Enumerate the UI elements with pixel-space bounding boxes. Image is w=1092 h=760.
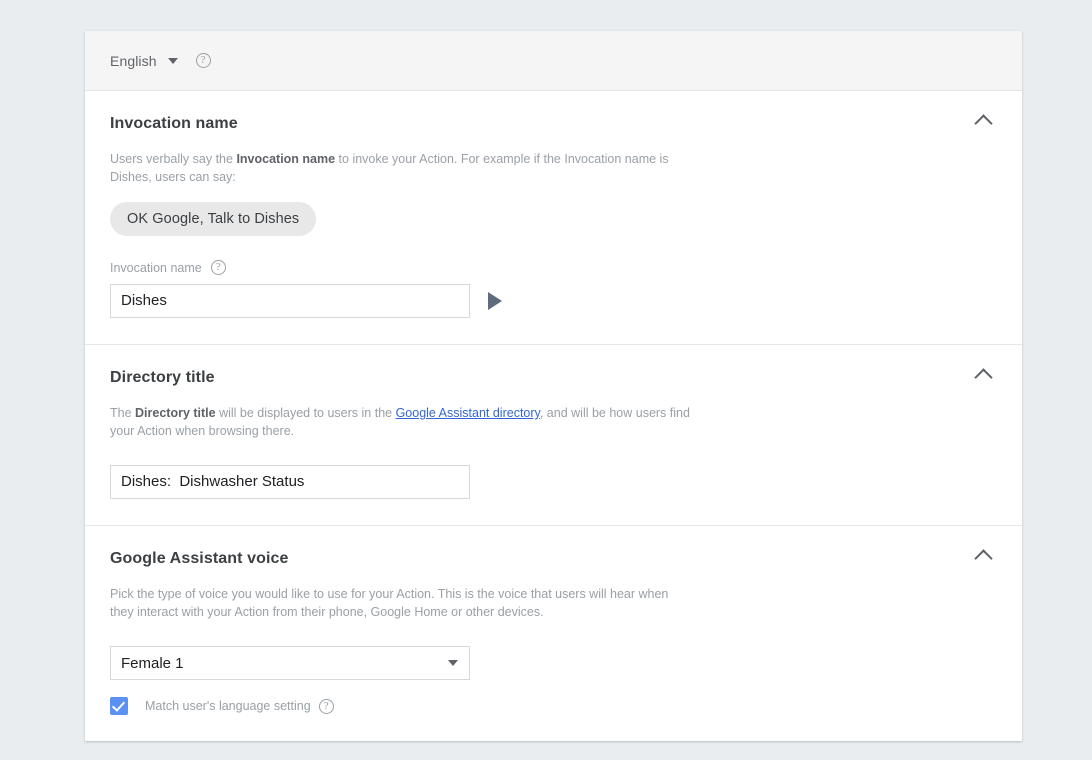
language-label: English — [110, 53, 157, 69]
section-directory-title: Directory title The Directory title will… — [85, 344, 1022, 525]
help-circle-icon[interactable]: ? — [196, 53, 211, 68]
directory-title-description: The Directory title will be displayed to… — [110, 404, 690, 440]
section-google-assistant-voice: Google Assistant voice Pick the type of … — [85, 525, 1022, 741]
directory-title-input[interactable] — [110, 465, 470, 499]
field-label-text: Invocation name — [110, 261, 202, 275]
language-selector[interactable]: English — [110, 53, 178, 69]
example-phrase-chip: OK Google, Talk to Dishes — [110, 202, 316, 236]
desc-part: Pick the type of voice you would like to… — [110, 587, 668, 619]
desc-part: Users verbally say the — [110, 152, 236, 166]
section-invocation-name: Invocation name Users verbally say the I… — [85, 91, 1022, 344]
invocation-name-input[interactable] — [110, 284, 470, 318]
section-title: Google Assistant voice — [110, 550, 997, 568]
invocation-description: Users verbally say the Invocation name t… — [110, 150, 690, 186]
section-title: Directory title — [110, 369, 997, 387]
invocation-name-field-label: Invocation name ? — [110, 260, 997, 275]
match-language-label: Match user's language setting — [145, 699, 311, 713]
help-circle-icon[interactable]: ? — [319, 699, 334, 714]
voice-description: Pick the type of voice you would like to… — [110, 585, 690, 621]
invocation-input-row — [110, 284, 997, 318]
desc-part: will be displayed to users in the — [216, 406, 396, 420]
card-header: English ? — [85, 31, 1022, 91]
play-icon[interactable] — [488, 292, 502, 310]
voice-select[interactable]: Female 1 — [110, 646, 470, 680]
google-assistant-directory-link[interactable]: Google Assistant directory — [396, 406, 540, 420]
chevron-down-icon[interactable] — [168, 58, 178, 64]
chevron-down-icon[interactable] — [448, 660, 458, 666]
settings-card: English ? Invocation name Users verbally… — [85, 31, 1022, 741]
desc-part-bold: Invocation name — [236, 152, 335, 166]
desc-part-bold: Directory title — [135, 406, 216, 420]
section-title: Invocation name — [110, 115, 997, 133]
match-language-checkbox[interactable] — [110, 697, 128, 715]
help-circle-icon[interactable]: ? — [211, 260, 226, 275]
voice-select-value: Female 1 — [121, 655, 184, 672]
match-language-row: Match user's language setting ? — [110, 697, 997, 715]
desc-part: The — [110, 406, 135, 420]
